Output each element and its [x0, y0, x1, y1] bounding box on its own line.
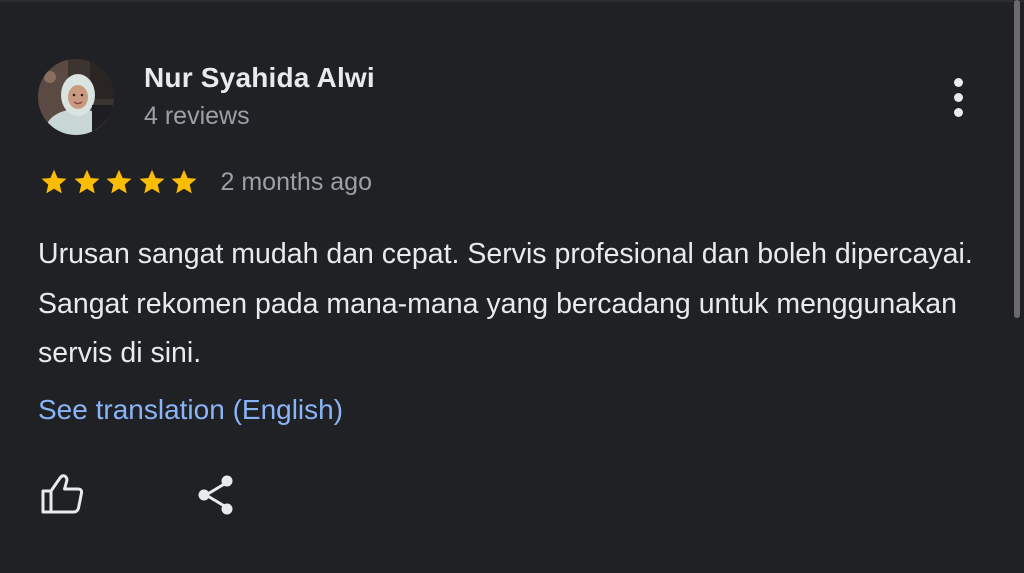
- star-rating: [38, 167, 201, 197]
- thumb-up-icon: [41, 474, 84, 514]
- top-divider: [0, 0, 1024, 2]
- star-icon: [139, 169, 164, 194]
- review-date: 2 months ago: [220, 167, 373, 196]
- more-options-button[interactable]: [938, 72, 978, 122]
- more-vert-icon: [953, 75, 963, 120]
- rating-row: 2 months ago: [38, 166, 372, 198]
- share-icon: [198, 475, 233, 515]
- scrollbar[interactable]: [1002, 0, 1024, 573]
- star-icon: [41, 169, 67, 194]
- author-name[interactable]: Nur Syahida Alwi: [144, 62, 375, 94]
- see-translation-link[interactable]: See translation (English): [38, 394, 343, 426]
- share-button[interactable]: [194, 472, 238, 518]
- review-text: Urusan sangat mudah dan cepat. Servis pr…: [38, 238, 973, 369]
- avatar[interactable]: [38, 59, 114, 135]
- review-card: Nur Syahida Alwi 4 reviews 2 months ago …: [0, 0, 1024, 573]
- like-button[interactable]: [38, 472, 88, 516]
- star-icon: [74, 169, 99, 194]
- scrollbar-thumb[interactable]: [1014, 0, 1020, 318]
- avatar-image: [38, 59, 114, 135]
- review-count: 4 reviews: [144, 102, 250, 130]
- star-icon: [171, 169, 197, 194]
- star-icon: [106, 169, 132, 194]
